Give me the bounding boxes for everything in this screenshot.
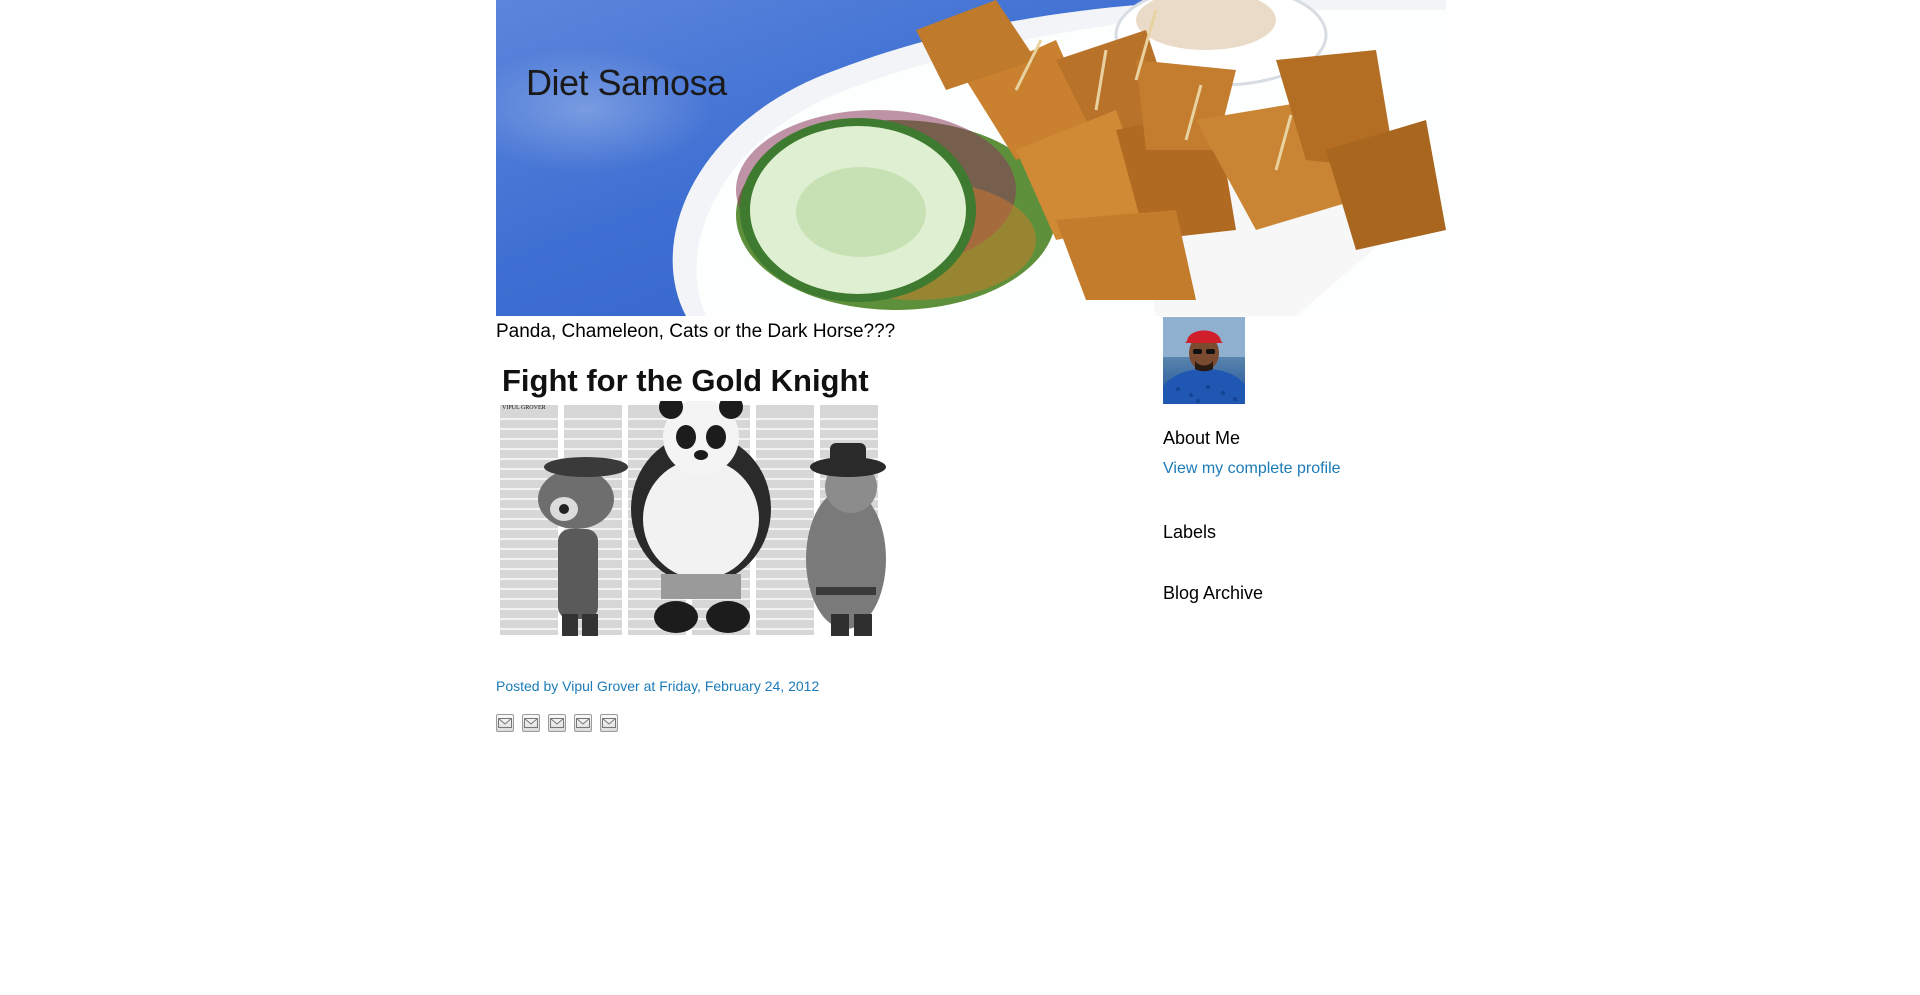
post-title: Panda, Chameleon, Cats or the Dark Horse… — [496, 321, 896, 342]
about-me-heading: About Me — [1163, 428, 1241, 448]
pinterest-share-icon[interactable] — [600, 714, 618, 732]
at-label: at — [643, 678, 656, 694]
facebook-share-icon[interactable] — [574, 714, 592, 732]
labels-heading: Labels — [1163, 522, 1217, 542]
cat-figure — [806, 443, 886, 636]
profile-avatar[interactable] — [1163, 317, 1245, 404]
post-date-link[interactable]: Friday, February 24, 2012 — [659, 678, 819, 694]
newspaper-byline: VIPUL GROVER — [502, 405, 546, 411]
page: Diet Samosa Panda, Chameleon, Cats or th… — [0, 0, 1920, 995]
email-share-icon[interactable] — [496, 714, 514, 732]
header-banner: Diet Samosa — [496, 0, 1446, 316]
newspaper-headline: Fight for the Gold Knight — [502, 363, 869, 398]
newspaper-image: Fight for the Gold Knight VIPUL GROVER — [496, 359, 910, 636]
view-profile-link[interactable]: View my complete profile — [1163, 460, 1341, 478]
blog-title-link[interactable]: Diet Samosa — [526, 62, 727, 104]
samosa-photo — [672, 0, 1446, 316]
post-image[interactable]: Fight for the Gold Knight VIPUL GROVER — [496, 359, 910, 639]
post-footer: Posted by Vipul Grover at Friday, Februa… — [496, 678, 819, 694]
author-link[interactable]: Vipul Grover — [562, 678, 640, 694]
blog-archive-heading: Blog Archive — [1163, 583, 1264, 603]
blog-this-icon[interactable] — [522, 714, 540, 732]
posted-by-label: Posted by — [496, 678, 559, 694]
twitter-share-icon[interactable] — [548, 714, 566, 732]
share-buttons — [496, 714, 618, 732]
